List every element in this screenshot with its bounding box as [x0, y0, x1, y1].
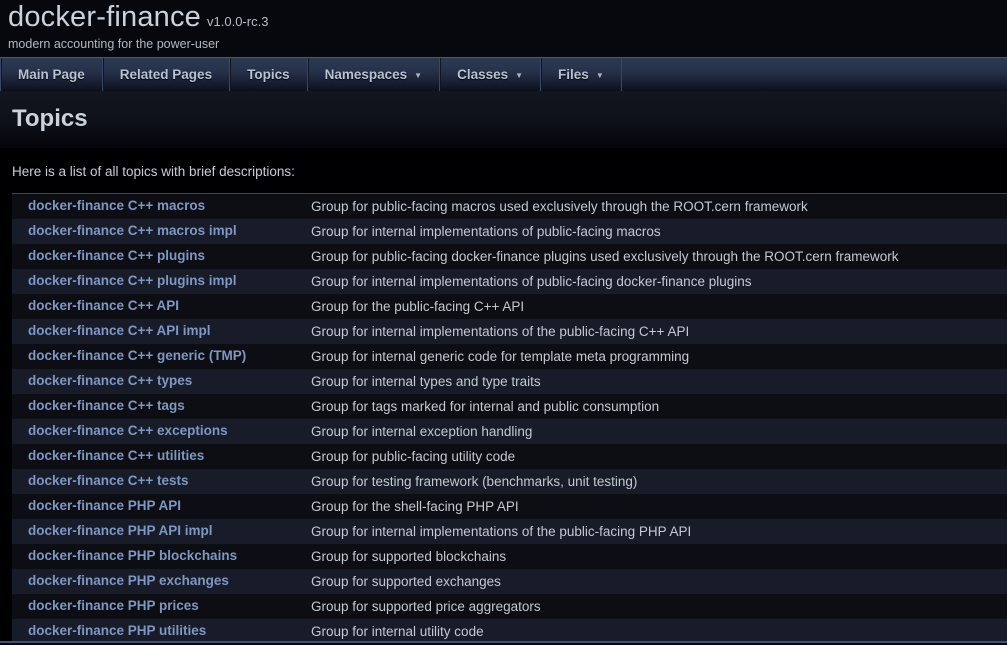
chevron-down-icon: ▼	[414, 69, 422, 80]
topic-description: Group for internal implementations of pu…	[311, 219, 1007, 244]
table-row: docker-finance C++ types Group for inter…	[12, 369, 1007, 394]
page-header: Topics	[0, 91, 1007, 148]
nav-tab-files[interactable]: Files ▼	[540, 58, 622, 91]
topic-link[interactable]: docker-finance C++ tags	[28, 398, 185, 413]
table-row: docker-finance C++ API impl Group for in…	[12, 319, 1007, 344]
topic-description: Group for internal implementations of pu…	[311, 269, 1007, 294]
table-row: docker-finance C++ macros Group for publ…	[12, 194, 1007, 219]
table-row: docker-finance PHP utilities Group for i…	[12, 619, 1007, 644]
table-row: docker-finance C++ tags Group for tags m…	[12, 394, 1007, 419]
nav-tab-topics[interactable]: Topics	[229, 58, 307, 91]
table-row: docker-finance C++ generic (TMP) Group f…	[12, 344, 1007, 369]
table-row: docker-finance C++ API Group for the pub…	[12, 294, 1007, 319]
table-row: docker-finance PHP blockchains Group for…	[12, 544, 1007, 569]
topic-link[interactable]: docker-finance C++ tests	[28, 473, 189, 488]
topic-description: Group for internal generic code for temp…	[311, 344, 1007, 369]
topic-description: Group for supported blockchains	[311, 544, 1007, 569]
main-nav-bar: Main Page Related Pages Topics Namespace…	[0, 57, 1007, 91]
topic-description: Group for supported price aggregators	[311, 594, 1007, 619]
topic-description: Group for public-facing utility code	[311, 444, 1007, 469]
topic-description: Group for public-facing macros used excl…	[311, 194, 1007, 219]
nav-tab-namespaces[interactable]: Namespaces ▼	[307, 58, 439, 91]
topic-link[interactable]: docker-finance C++ exceptions	[28, 423, 228, 438]
topic-link[interactable]: docker-finance C++ API	[28, 298, 179, 313]
topic-link[interactable]: docker-finance C++ macros	[28, 198, 205, 213]
topic-link[interactable]: docker-finance PHP blockchains	[28, 548, 237, 563]
table-row: docker-finance C++ utilities Group for p…	[12, 444, 1007, 469]
chevron-down-icon: ▼	[515, 69, 523, 80]
topic-link[interactable]: docker-finance C++ types	[28, 373, 192, 388]
topic-description: Group for supported exchanges	[311, 569, 1007, 594]
table-row: docker-finance PHP exchanges Group for s…	[12, 569, 1007, 594]
title-area: docker-finance v1.0.0-rc.3 modern account…	[0, 0, 1007, 57]
topic-link[interactable]: docker-finance C++ API impl	[28, 323, 211, 338]
topic-link[interactable]: docker-finance PHP utilities	[28, 623, 206, 638]
topic-description: Group for tags marked for internal and p…	[311, 394, 1007, 419]
topic-link[interactable]: docker-finance C++ utilities	[28, 448, 204, 463]
table-row: docker-finance PHP prices Group for supp…	[12, 594, 1007, 619]
project-brief: modern accounting for the power-user	[8, 37, 1007, 51]
topic-link[interactable]: docker-finance C++ plugins impl	[28, 273, 237, 288]
project-name: docker-finance	[8, 1, 201, 33]
table-row: docker-finance PHP API Group for the she…	[12, 494, 1007, 519]
table-row: docker-finance PHP API impl Group for in…	[12, 519, 1007, 544]
topic-description: Group for internal implementations of th…	[311, 519, 1007, 544]
table-row: docker-finance C++ tests Group for testi…	[12, 469, 1007, 494]
topic-link[interactable]: docker-finance PHP API	[28, 498, 181, 513]
topic-description: Group for internal implementations of th…	[311, 319, 1007, 344]
bottom-divider	[0, 641, 1007, 645]
topic-link[interactable]: docker-finance PHP exchanges	[28, 573, 229, 588]
topic-link[interactable]: docker-finance PHP prices	[28, 598, 199, 613]
topic-link[interactable]: docker-finance PHP API impl	[28, 523, 213, 538]
topic-description: Group for internal utility code	[311, 619, 1007, 644]
nav-tab-related-pages[interactable]: Related Pages	[102, 58, 229, 91]
table-row: docker-finance C++ exceptions Group for …	[12, 419, 1007, 444]
topic-description: Group for internal types and type traits	[311, 369, 1007, 394]
page-contents: Here is a list of all topics with brief …	[0, 148, 1007, 644]
topics-table: docker-finance C++ macros Group for publ…	[12, 193, 1007, 644]
table-row: docker-finance C++ plugins impl Group fo…	[12, 269, 1007, 294]
main-nav: Main Page Related Pages Topics Namespace…	[0, 58, 1007, 91]
table-row: docker-finance C++ plugins Group for pub…	[12, 244, 1007, 269]
page-title: Topics	[12, 105, 1007, 133]
intro-text: Here is a list of all topics with brief …	[0, 148, 1007, 193]
topic-description: Group for testing framework (benchmarks,…	[311, 469, 1007, 494]
topic-description: Group for public-facing docker-finance p…	[311, 244, 1007, 269]
topic-description: Group for internal exception handling	[311, 419, 1007, 444]
chevron-down-icon: ▼	[596, 69, 604, 80]
nav-tab-main-page[interactable]: Main Page	[0, 58, 102, 91]
topic-description: Group for the shell-facing PHP API	[311, 494, 1007, 519]
table-row: docker-finance C++ macros impl Group for…	[12, 219, 1007, 244]
topic-description: Group for the public-facing C++ API	[311, 294, 1007, 319]
topic-link[interactable]: docker-finance C++ macros impl	[28, 223, 237, 238]
topic-link[interactable]: docker-finance C++ plugins	[28, 248, 205, 263]
project-version: v1.0.0-rc.3	[207, 14, 268, 29]
topic-link[interactable]: docker-finance C++ generic (TMP)	[28, 348, 246, 363]
nav-tab-classes[interactable]: Classes ▼	[439, 58, 540, 91]
